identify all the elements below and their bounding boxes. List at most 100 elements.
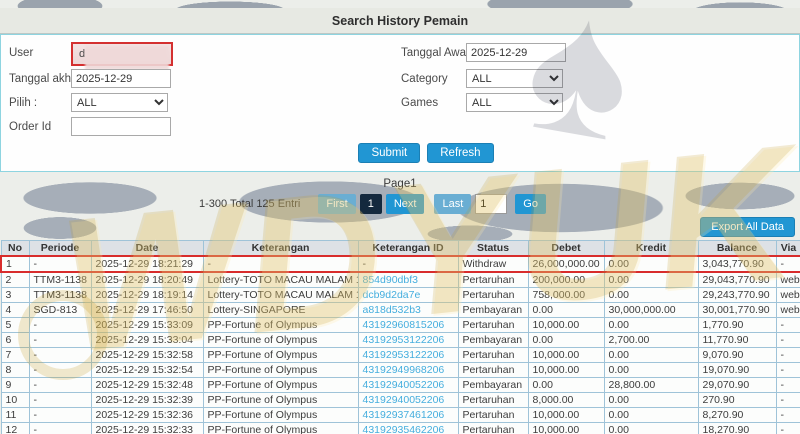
cell-keterangan: Lottery-SINGAPORE xyxy=(202,302,359,318)
cell-debet: 8,000.00 xyxy=(527,392,605,408)
last-page-button[interactable]: Last xyxy=(434,194,472,214)
keterangan-id-link[interactable]: 43192953122206 xyxy=(363,334,445,346)
keterangan-id-link[interactable]: a818d532b3 xyxy=(363,304,421,316)
cell-debet: 10,000.00 xyxy=(527,422,605,434)
keterangan-id-link[interactable]: 43192935462206 xyxy=(363,424,445,434)
cell-debet: 10,000.00 xyxy=(527,362,605,378)
pilih-label: Pilih : xyxy=(9,97,38,109)
cell-debet: 10,000.00 xyxy=(527,317,605,333)
cell-keterangan_id: 43192949968206 xyxy=(357,362,459,378)
tanggal-akhir-input[interactable] xyxy=(71,69,171,88)
cell-keterangan_id: 43192953122206 xyxy=(357,332,459,348)
keterangan-id-link[interactable]: 43192937461206 xyxy=(363,409,445,421)
cell-via: - xyxy=(775,362,800,378)
keterangan-id-link[interactable]: dcb9d2da7e xyxy=(363,289,421,301)
games-select[interactable]: ALL xyxy=(466,93,563,112)
cell-kredit: 30,000,000.00 xyxy=(603,302,699,318)
cell-debet: 10,000.00 xyxy=(527,347,605,363)
cell-status: Pertaruhan xyxy=(457,422,529,434)
column-header-keterangan: Keterangan xyxy=(202,240,359,257)
cell-date: 2025-12-29 15:32:39 xyxy=(90,392,204,408)
cell-no: 7 xyxy=(0,347,30,363)
cell-keterangan_id: 43192940052206 xyxy=(357,377,459,393)
cell-keterangan: PP-Fortune of Olympus xyxy=(202,317,359,333)
cell-no: 2 xyxy=(0,271,30,288)
keterangan-id-link[interactable]: 43192940052206 xyxy=(363,379,445,391)
cell-debet: 26,000,000.00 xyxy=(527,255,605,273)
keterangan-id-link[interactable]: 43192949968206 xyxy=(363,364,445,376)
cell-keterangan: PP-Fortune of Olympus xyxy=(202,422,359,434)
cell-keterangan_id: 43192940052206 xyxy=(357,392,459,408)
cell-periode: TTM3-1138 xyxy=(28,271,92,288)
cell-kredit: 0.00 xyxy=(603,255,699,273)
cell-kredit: 0.00 xyxy=(603,347,699,363)
redaction-blur xyxy=(85,46,169,70)
cell-periode: - xyxy=(28,422,92,434)
column-header-debet: Debet xyxy=(527,240,605,257)
keterangan-id-link[interactable]: 854d90dbf3 xyxy=(363,274,418,286)
column-header-keterangan_id: Keterangan ID xyxy=(357,240,459,257)
games-label: Games xyxy=(401,97,439,109)
next-page-button[interactable]: Next xyxy=(385,194,425,214)
go-button[interactable]: Go xyxy=(515,194,546,214)
refresh-button[interactable]: Refresh xyxy=(427,143,494,163)
category-select[interactable]: ALL xyxy=(466,69,563,88)
cell-keterangan: PP-Fortune of Olympus xyxy=(202,407,359,423)
cell-keterangan_id: 43192960815206 xyxy=(357,317,459,333)
cell-balance: 29,243,770.90 xyxy=(697,287,777,303)
cell-keterangan_id: a818d532b3 xyxy=(357,302,459,318)
cell-keterangan: PP-Fortune of Olympus xyxy=(202,332,359,348)
cell-debet: 0.00 xyxy=(527,377,605,393)
cell-status: Pembayaran xyxy=(457,332,529,348)
cell-no: 11 xyxy=(0,407,30,423)
cell-debet: 10,000.00 xyxy=(527,407,605,423)
table-row: 2 TTM3-1138 2025-12-29 18:20:49 Lottery-TOT… xyxy=(0,271,800,288)
cell-periode: SGD-813 xyxy=(28,302,92,318)
cell-balance: 9,070.90 xyxy=(697,347,777,363)
submit-button[interactable]: Submit xyxy=(358,143,421,163)
order-id-label: Order Id xyxy=(9,121,52,133)
entries-range-text: 1-300 Total 125 Entri xyxy=(199,198,301,210)
cell-date: 2025-12-29 18:19:14 xyxy=(90,287,204,303)
user-input[interactable]: d xyxy=(71,42,173,70)
table-row: 1-2025-12-29 18:21:29- - Withdraw 26,000,00… xyxy=(0,255,800,273)
cell-status: Withdraw xyxy=(457,255,529,273)
cell-periode: - xyxy=(28,332,92,348)
cell-date: 2025-12-29 18:21:29 xyxy=(90,255,204,273)
order-id-input[interactable] xyxy=(71,117,171,136)
cell-periode: - xyxy=(28,407,92,423)
goto-page-input[interactable] xyxy=(475,194,508,214)
cell-status: Pertaruhan xyxy=(457,347,529,363)
cell-keterangan_id: - xyxy=(357,255,459,273)
pilih-select[interactable]: ALL xyxy=(71,93,168,112)
cell-keterangan: Lottery-TOTO MACAU MALAM 1 xyxy=(202,271,359,288)
cell-balance: 18,270.90 xyxy=(697,422,777,434)
cell-no: 8 xyxy=(0,362,30,378)
keterangan-id-link[interactable]: 43192940052206 xyxy=(363,394,445,406)
cell-keterangan_id: 43192953122206 xyxy=(357,347,459,363)
tanggal-awal-input[interactable] xyxy=(466,43,566,62)
cell-no: 9 xyxy=(0,377,30,393)
cell-balance: 1,770.90 xyxy=(697,317,777,333)
cell-date: 2025-12-29 15:32:54 xyxy=(90,362,204,378)
cell-periode: - xyxy=(28,255,92,273)
tanggal-awal-label: Tanggal Awal xyxy=(401,47,469,59)
first-page-button[interactable]: First xyxy=(318,194,356,214)
cell-balance: 30,001,770.90 xyxy=(697,302,777,318)
user-label: User xyxy=(9,47,34,59)
page-title: Search History Pemain xyxy=(331,13,469,28)
keterangan-id-link[interactable]: 43192960815206 xyxy=(363,319,445,331)
keterangan-id-link[interactable]: 43192953122206 xyxy=(363,349,445,361)
cell-periode: - xyxy=(28,377,92,393)
cell-kredit: 0.00 xyxy=(603,422,699,434)
cell-periode: - xyxy=(28,347,92,363)
cell-keterangan: PP-Fortune of Olympus xyxy=(202,347,359,363)
cell-status: Pertaruhan xyxy=(457,362,529,378)
export-all-data-button[interactable]: Export All Data xyxy=(700,217,795,237)
table-row: 8-2025-12-29 15:32:54 PP-Fortune of Olymp… xyxy=(0,362,800,378)
column-header-status: Status xyxy=(457,240,529,257)
cell-via: - xyxy=(775,407,800,423)
cell-via: - xyxy=(775,255,800,273)
current-page-button[interactable]: 1 xyxy=(359,194,382,214)
cell-periode: - xyxy=(28,362,92,378)
